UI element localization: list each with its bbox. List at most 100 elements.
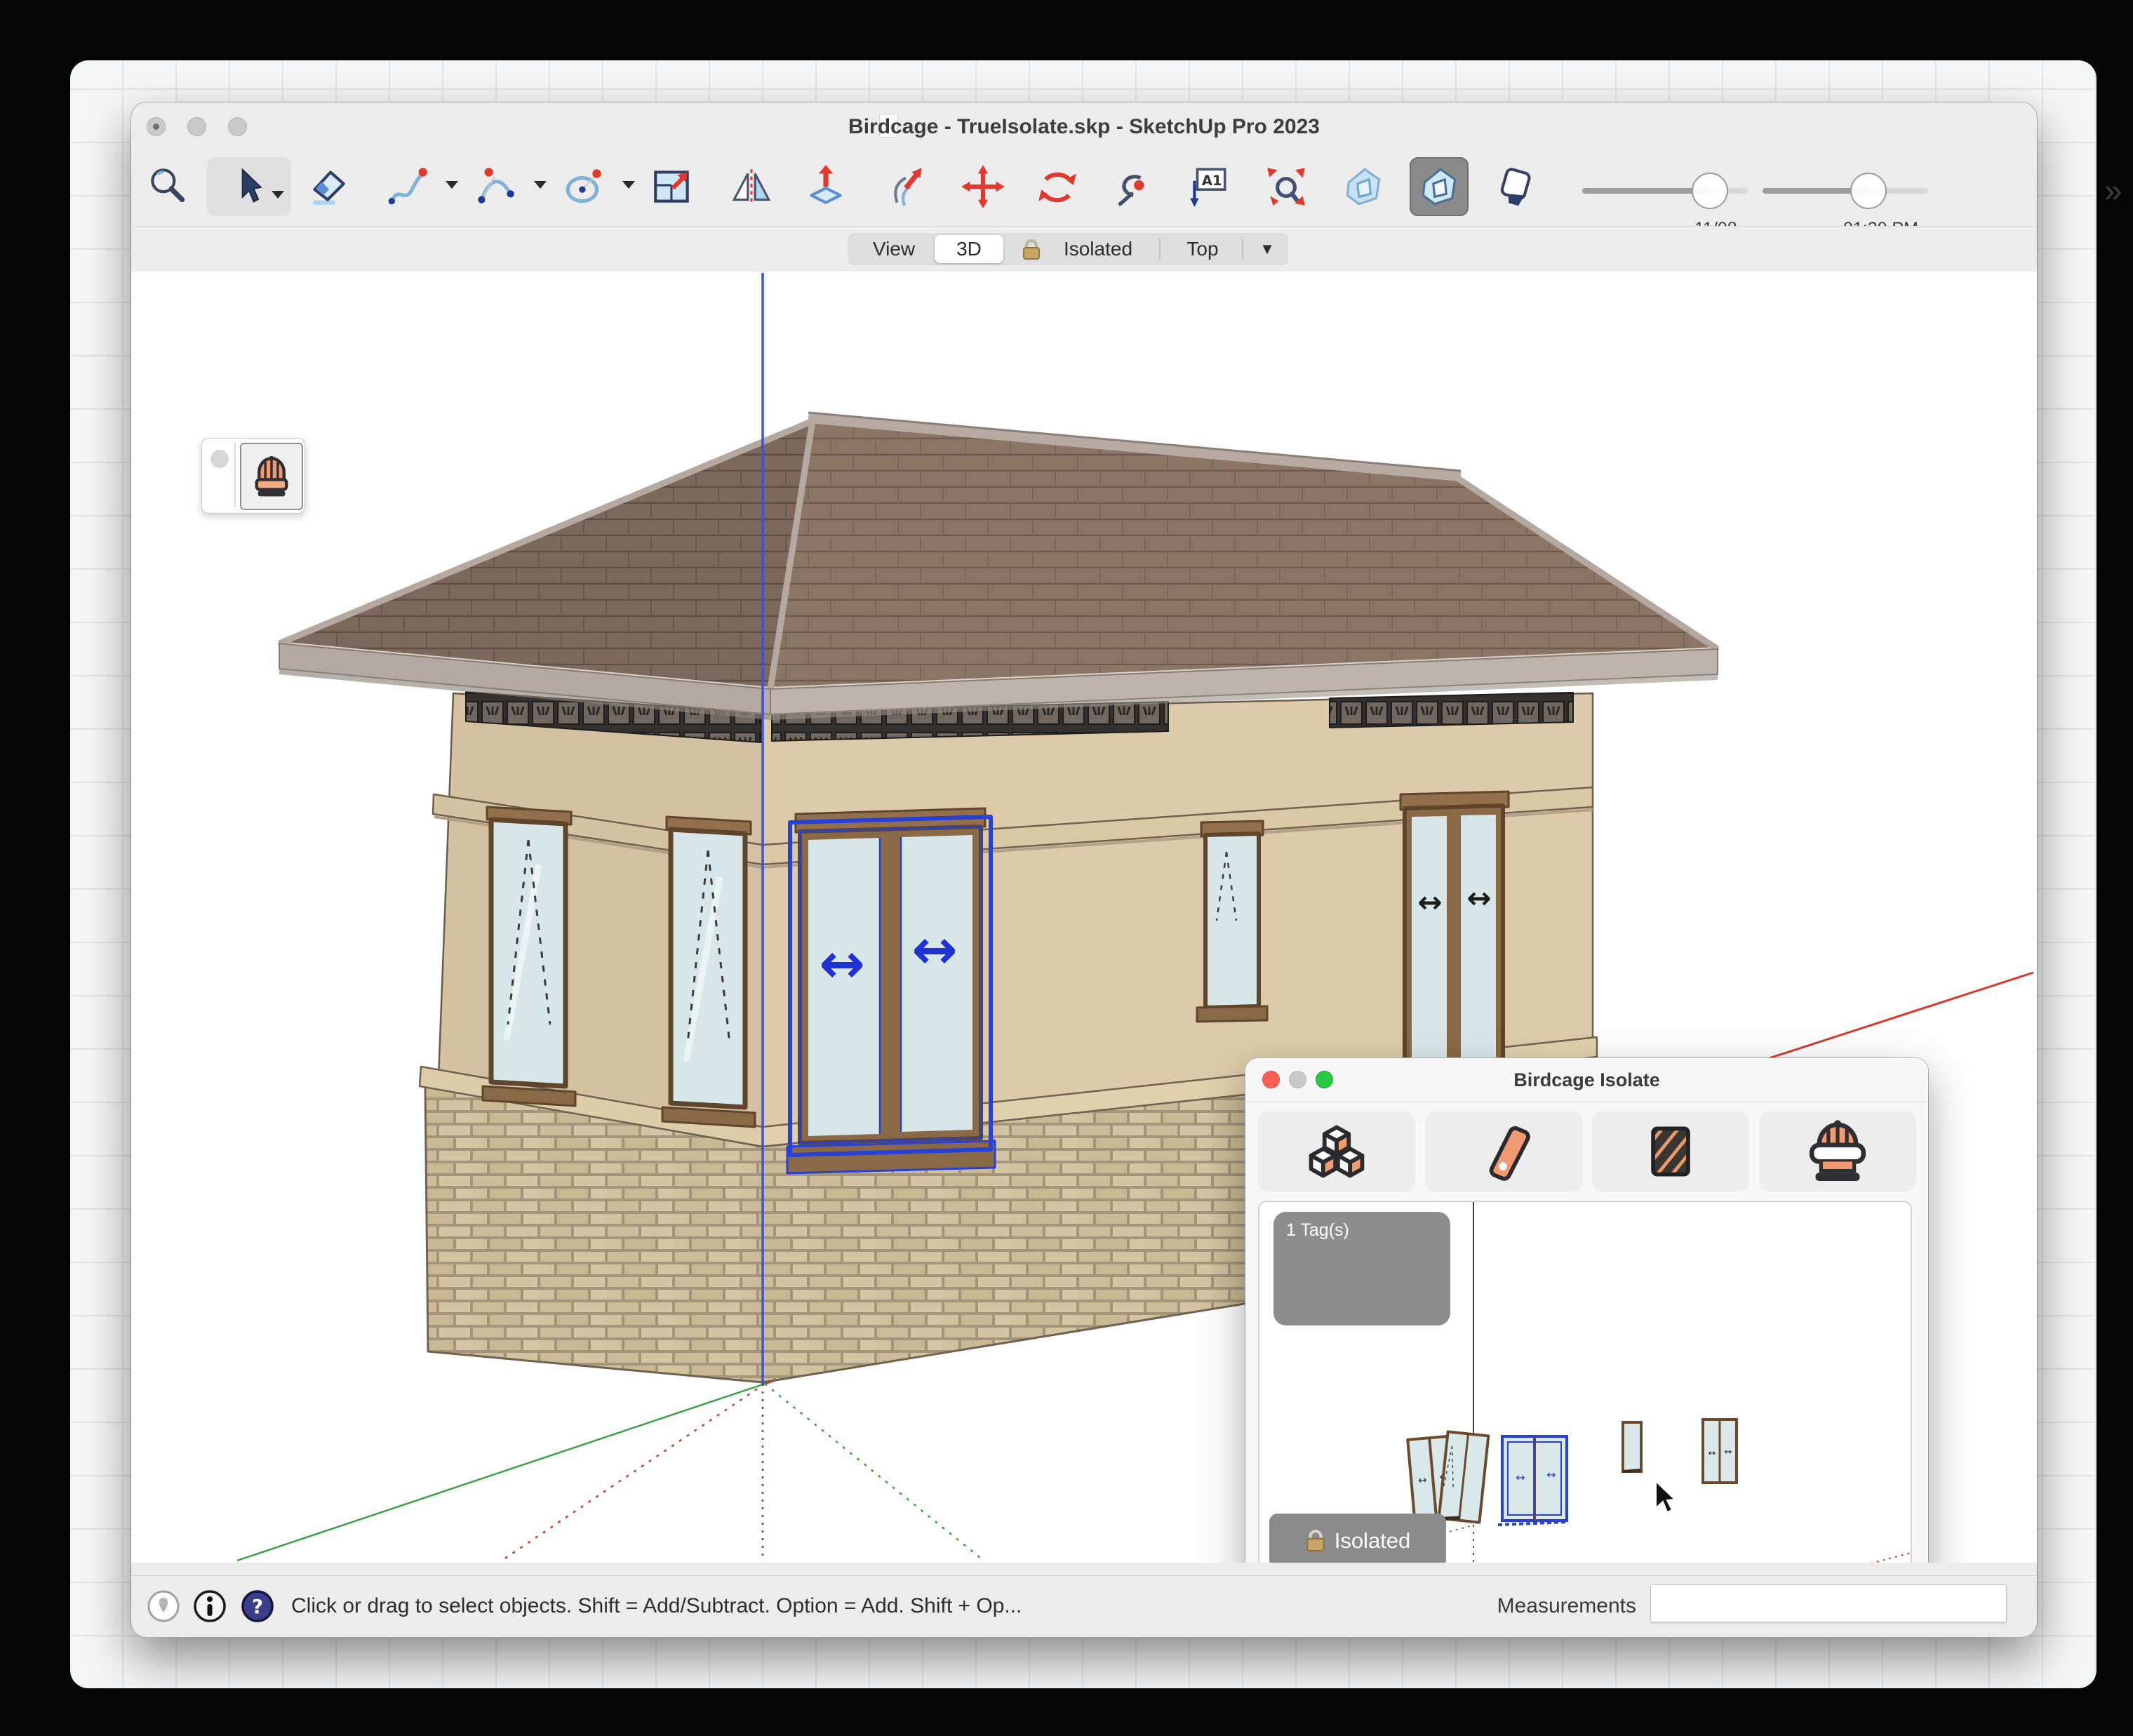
freehand-icon [385, 163, 431, 210]
zoom-extents-icon [1263, 163, 1309, 210]
panel-title-bar: Birdcage Isolate [1245, 1058, 1928, 1102]
date-slider-thumb[interactable] [1692, 173, 1728, 209]
tape-measure-button[interactable] [1102, 157, 1161, 216]
svg-text:?: ? [252, 1595, 263, 1618]
scene-tabs: View 3D Isolated Top ▼ [848, 233, 1288, 265]
move-tool-button[interactable] [954, 157, 1012, 216]
flip-icon [728, 163, 775, 210]
circle-icon [561, 163, 608, 210]
resize-arrow-icon: ↔ [1725, 1447, 1732, 1457]
birdcage-icon [1805, 1119, 1870, 1184]
toolbar: A1 [131, 147, 2037, 226]
lock-icon [1305, 1528, 1326, 1554]
resize-arrow-icon: ↔ [1417, 1474, 1427, 1487]
rectangle-tool-button[interactable] [643, 157, 702, 216]
move-icon [960, 163, 1006, 210]
circle-tool-button[interactable] [555, 157, 614, 216]
chevron-down-icon [272, 191, 284, 199]
resize-arrow-icon: ↔ [1417, 885, 1442, 919]
birdcage-icon [251, 455, 292, 498]
hip-roof[interactable] [279, 413, 1718, 720]
divider [234, 443, 236, 507]
status-hint-text: Click or drag to select objects. Shift =… [291, 1594, 1022, 1618]
chevron-down-icon[interactable] [446, 181, 458, 189]
tab-isolated[interactable]: Isolated [1045, 233, 1151, 265]
text-tool-icon: A1 [1186, 163, 1232, 210]
isolated-button-label: Isolated [1335, 1528, 1411, 1554]
model-canvas[interactable]: ↔ ↔ ↔ ↔ [131, 272, 2037, 1563]
tape-measure-icon [1109, 163, 1155, 210]
geolocation-icon[interactable] [147, 1589, 180, 1623]
rectangle-icon [650, 163, 696, 210]
push-pull-button[interactable] [796, 157, 855, 216]
window-title: Birdcage - TrueIsolate.skp - SketchUp Pr… [131, 115, 2037, 139]
follow-me-icon [883, 163, 929, 210]
tag-icon [1471, 1119, 1536, 1184]
resize-arrow-icon: ↔ [1709, 1448, 1716, 1459]
house-view-active-button[interactable] [1410, 157, 1469, 216]
chevron-down-icon[interactable] [534, 181, 547, 189]
left-window-2[interactable] [662, 817, 755, 1127]
resize-arrow-icon: ↔ [1466, 881, 1491, 915]
push-pull-icon [803, 163, 849, 210]
selected-window-thumb[interactable]: ↔ ↔ [1498, 1436, 1568, 1525]
birdcage-overlay-button[interactable] [240, 443, 303, 510]
isolated-state-button[interactable]: Isolated [1269, 1514, 1446, 1563]
window-thumb-group[interactable]: ↔ ↔ [1404, 1431, 1488, 1522]
chevron-down-icon[interactable] [622, 181, 635, 189]
time-slider-track[interactable] [1763, 188, 1928, 194]
info-icon[interactable] [193, 1589, 227, 1623]
small-window[interactable] [1197, 821, 1267, 1022]
title-bar: Birdcage - TrueIsolate.skp - SketchUp Pr… [131, 102, 2037, 147]
panel-title: Birdcage Isolate [1245, 1069, 1928, 1091]
tags-filter-button[interactable] [1425, 1111, 1582, 1191]
time-slider-thumb[interactable] [1850, 173, 1887, 209]
birdcage-isolate-panel: Birdcage Isolate [1245, 1058, 1928, 1563]
house-view-button[interactable] [1334, 157, 1393, 216]
eraser-button[interactable] [298, 157, 357, 216]
overlay-radio[interactable] [210, 450, 229, 468]
flip-tool-button[interactable] [722, 157, 781, 216]
materials-filter-button[interactable] [1592, 1111, 1749, 1191]
rotate-icon [1034, 163, 1081, 210]
tab-3d[interactable]: 3D [935, 235, 1003, 263]
window-thumb-pair[interactable]: ↔ ↔ [1703, 1420, 1737, 1483]
birdcage-filter-button[interactable] [1759, 1111, 1916, 1191]
toolbar-overflow-button[interactable]: » [2104, 171, 2122, 209]
scene-menu-caret[interactable]: ▼ [1249, 233, 1285, 265]
tag-count-chip[interactable]: 1 Tag(s) [1273, 1212, 1450, 1326]
select-tool-button[interactable] [207, 157, 291, 216]
tab-view[interactable]: View [860, 233, 928, 265]
help-icon[interactable]: ? [241, 1589, 274, 1623]
status-bar: ? Click or drag to select objects. Shift… [131, 1575, 2037, 1637]
eraser-icon [305, 163, 351, 210]
lock-icon [1022, 239, 1041, 261]
components-filter-button[interactable] [1258, 1111, 1415, 1191]
selected-window[interactable]: ↔ ↔ [787, 808, 995, 1173]
zoom-search-button[interactable] [138, 157, 197, 216]
tab-divider [1159, 239, 1161, 260]
date-slider-fill [1582, 188, 1710, 194]
overlay-toggle-widget [201, 438, 305, 514]
text-tool-button[interactable]: A1 [1179, 157, 1238, 216]
zoom-extents-button[interactable] [1257, 157, 1316, 216]
soften-eraser-button[interactable] [1485, 157, 1544, 216]
freehand-tool-button[interactable] [378, 157, 437, 216]
house-view-active-icon [1416, 163, 1462, 210]
rotate-tool-button[interactable] [1028, 157, 1087, 216]
resize-arrow-icon: ↔ [1516, 1471, 1525, 1484]
components-icon [1304, 1119, 1369, 1184]
tab-top[interactable]: Top [1168, 233, 1238, 265]
window-thumb-small[interactable] [1623, 1422, 1641, 1471]
isolate-viewport[interactable]: ↔ ↔ [1258, 1201, 1912, 1563]
materials-hatch-icon [1638, 1119, 1703, 1184]
svg-text:A1: A1 [1202, 173, 1222, 189]
mouse-cursor [1656, 1481, 1675, 1512]
follow-me-button[interactable] [876, 157, 935, 216]
search-icon [145, 163, 191, 210]
soften-eraser-icon [1492, 163, 1538, 210]
house-view-icon [1340, 163, 1386, 210]
left-window-1[interactable] [483, 807, 575, 1106]
measurements-input[interactable] [1650, 1584, 2007, 1622]
arc-tool-button[interactable] [467, 157, 526, 216]
